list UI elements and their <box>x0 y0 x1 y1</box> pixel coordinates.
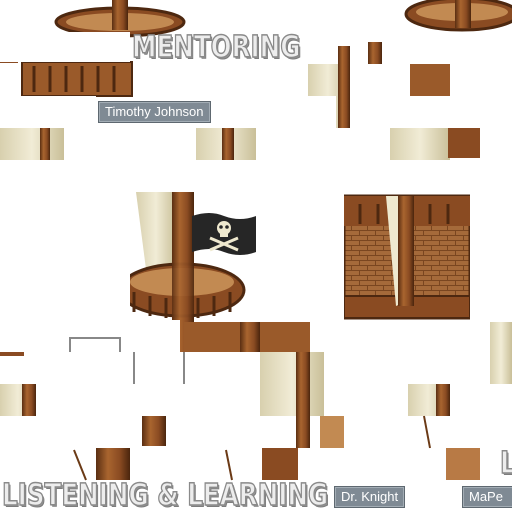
listening-learning-banner: LISTENING & LEARNING <box>1 477 329 513</box>
edge-banner-fragment: L <box>499 445 512 482</box>
name-tag-knight[interactable]: Dr. Knight <box>334 486 406 508</box>
crows-nest-top-right <box>404 0 512 96</box>
brick-cabin <box>342 194 472 320</box>
jolly-roger-flag-icon <box>192 213 256 255</box>
ship-scene <box>0 0 512 481</box>
mentoring-banner: MENTORING <box>131 29 301 66</box>
name-tag-timothy[interactable]: Timothy Johnson <box>98 101 211 123</box>
name-tag-partial[interactable]: MaPe <box>462 486 512 508</box>
